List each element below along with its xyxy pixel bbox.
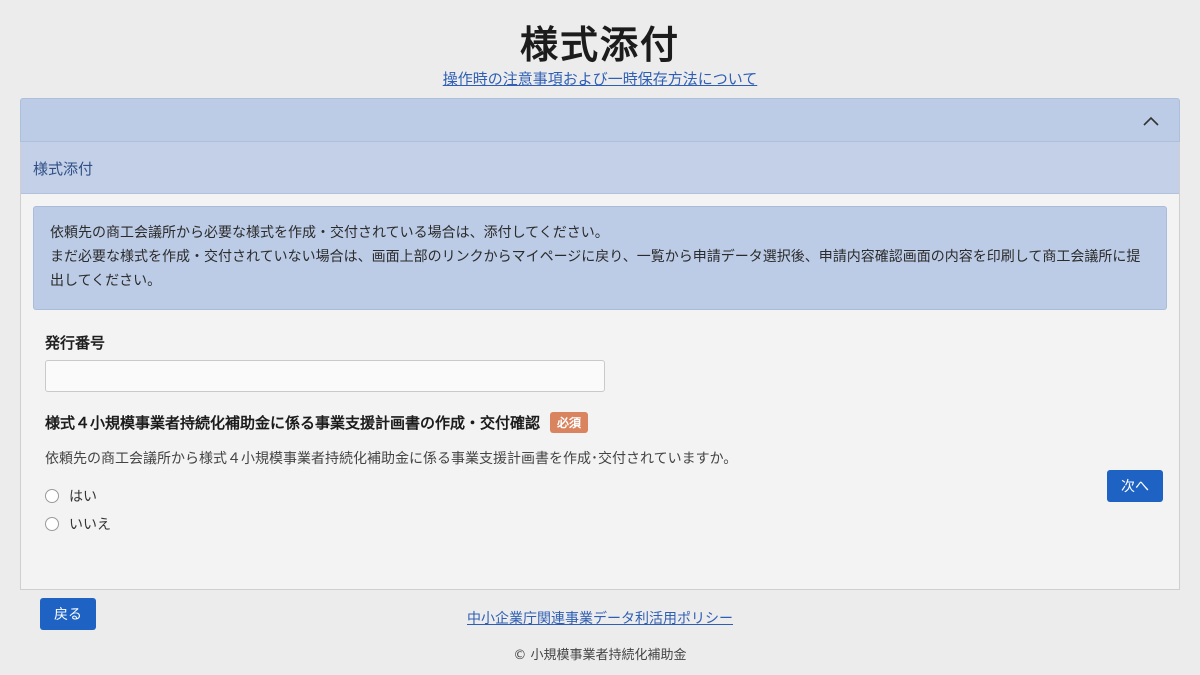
question-title: 様式４小規模事業者持続化補助金に係る事業支援計画書の作成・交付確認 必須 <box>45 412 589 433</box>
question-title-text: 様式４小規模事業者持続化補助金に係る事業支援計画書の作成・交付確認 <box>45 414 541 432</box>
required-badge: 必須 <box>550 412 589 433</box>
chevron-up-icon[interactable] <box>1141 111 1161 131</box>
issue-number-input[interactable] <box>45 360 605 392</box>
question-description: 依頼先の商工会議所から様式４小規模事業者持続化補助金に係る事業支援計画書を作成･… <box>45 451 738 467</box>
info-box: 依頼先の商工会議所から必要な様式を作成・交付されている場合は、添付してください。… <box>33 206 1167 310</box>
next-button[interactable]: 次へ <box>1107 470 1163 502</box>
radio-no[interactable]: いいえ <box>45 514 111 534</box>
page-title: 様式添付 <box>519 23 680 67</box>
radio-label: いいえ <box>69 517 111 533</box>
attachment-card: 様式添付 依頼先の商工会議所から必要な様式を作成・交付されている場合は、添付して… <box>20 142 1180 590</box>
policy-link[interactable]: 中小企業庁関連事業データ利活用ポリシー <box>0 608 1200 628</box>
page: 様式添付 操作時の注意事項および一時保存方法について 様式添付 依頼先の商工会議… <box>0 0 1200 675</box>
radio-yes[interactable]: はい <box>45 486 97 506</box>
footer-copyright: © 小規模事業者持続化補助金 <box>513 648 687 663</box>
radio-circle-icon[interactable] <box>45 517 59 531</box>
radio-circle-icon[interactable] <box>45 489 59 503</box>
radio-label: はい <box>69 489 97 505</box>
card-header: 様式添付 <box>21 142 1179 194</box>
notice-accordion[interactable] <box>20 98 1180 142</box>
notice-link[interactable]: 操作時の注意事項および一時保存方法について <box>0 68 1200 89</box>
info-line: まだ必要な様式を作成・交付されていない場合は、画面上部のリンクからマイページに戻… <box>50 249 1141 289</box>
issue-number-label: 発行番号 <box>45 334 106 352</box>
info-line: 依頼先の商工会議所から必要な様式を作成・交付されている場合は、添付してください。 <box>50 225 609 241</box>
